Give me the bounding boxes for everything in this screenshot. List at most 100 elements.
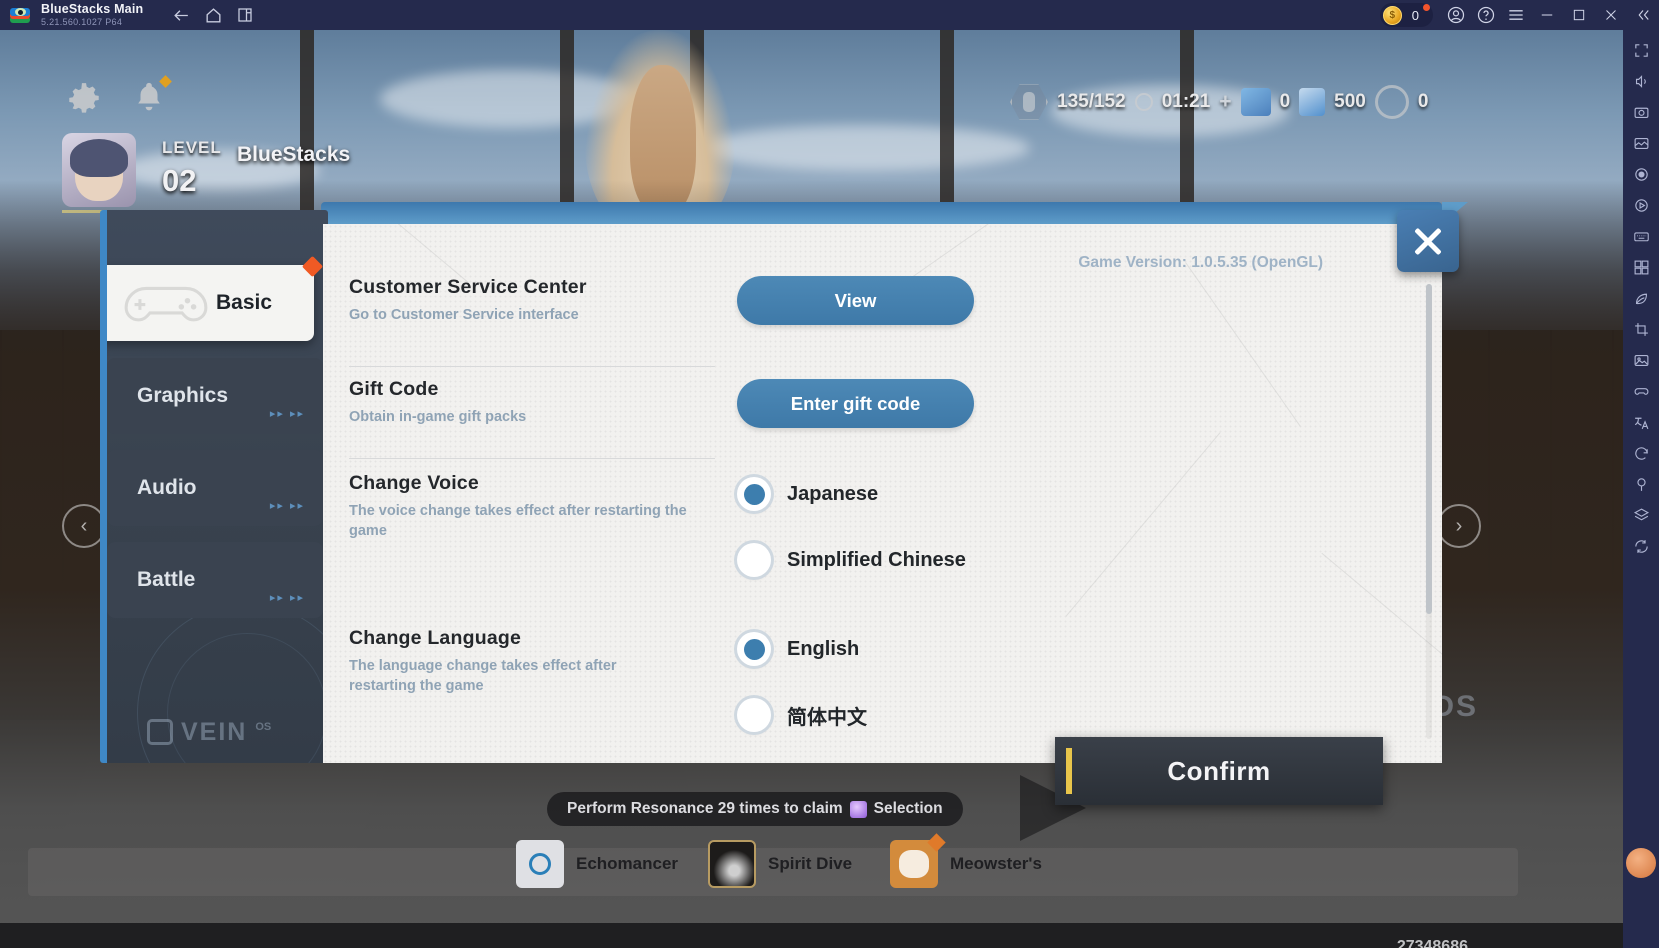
resource-2-value: 500 (1334, 91, 1366, 112)
collapse-sidebar-button[interactable] (1627, 0, 1659, 30)
quest-text-before: Perform Resonance 29 times to claim (567, 800, 843, 817)
game-version-label: Game Version: 1.0.5.35 (OpenGL) (1078, 254, 1323, 271)
menu-icon[interactable] (1501, 0, 1531, 30)
radio-icon[interactable] (737, 632, 771, 666)
eco-mode-icon[interactable] (1627, 284, 1655, 312)
help-icon[interactable] (1471, 0, 1501, 30)
close-icon (1411, 224, 1445, 258)
gallery-icon[interactable] (1627, 346, 1655, 374)
vein-os-logo: VEIN OS (147, 719, 271, 745)
macro-icon[interactable] (1627, 191, 1655, 219)
titlebar-right-group: $ 0 (1379, 0, 1659, 30)
keymapping-icon[interactable] (1627, 222, 1655, 250)
bottom-nav-item-meowsters[interactable]: Meowster's (890, 840, 1042, 888)
volume-icon[interactable] (1627, 67, 1655, 95)
setting-subtitle: Go to Customer Service interface (349, 307, 579, 323)
game-settings-icon[interactable] (65, 80, 103, 118)
quest-banner[interactable]: Perform Resonance 29 times to claim Sele… (547, 792, 963, 826)
dialog-scrollbar[interactable] (1426, 284, 1432, 739)
record-icon[interactable] (1627, 160, 1655, 188)
back-button[interactable] (165, 0, 197, 30)
dialog-scrollbar-thumb[interactable] (1426, 284, 1432, 614)
radio-icon[interactable] (737, 698, 771, 732)
hud-resource-bar: 135/152 01:21 + 0 500 0 (1010, 80, 1428, 124)
setting-title: Gift Code (349, 378, 439, 400)
sidebar-item-audio[interactable]: Audio ▸▸ ▸▸ (107, 450, 323, 526)
sidebar-item-graphics[interactable]: Graphics ▸▸ ▸▸ (107, 358, 323, 434)
enter-gift-code-button[interactable]: Enter gift code (737, 379, 974, 428)
gem-icon (849, 800, 867, 818)
sidebar-item-label: Battle (137, 568, 196, 591)
notification-badge-icon (301, 255, 324, 278)
trim-icon[interactable] (1627, 315, 1655, 343)
settings-rows: Customer Service Center Go to Customer S… (349, 276, 1369, 763)
coin-notification-dot (1423, 4, 1430, 11)
notification-bell-icon[interactable] (132, 75, 172, 116)
maximize-button[interactable] (1563, 0, 1595, 30)
sidebar-item-label: Graphics (137, 384, 229, 407)
bluestacks-titlebar: BlueStacks Main 5.21.560.1027 P64 $ 0 (0, 0, 1659, 30)
pin-icon[interactable] (1627, 470, 1655, 498)
titlebar-nav-group (165, 0, 261, 30)
player-uid: 27348686 (1396, 938, 1468, 948)
bottom-nav-item-echomancer[interactable]: Echomancer (516, 840, 678, 888)
vein-os-name: VEIN (181, 718, 248, 746)
avatar[interactable] (62, 133, 136, 207)
game-controls-icon[interactable] (1627, 377, 1655, 405)
home-button[interactable] (197, 0, 229, 30)
bottom-nav-label: Meowster's (950, 854, 1042, 873)
coin-balance[interactable]: $ 0 (1379, 3, 1433, 27)
coin-count: 0 (1411, 7, 1419, 23)
setting-row-gift-code: Gift Code Obtain in-game gift packs Ente… (349, 366, 1369, 458)
radio-icon[interactable] (737, 543, 771, 577)
multi-instance-icon[interactable] (1627, 253, 1655, 281)
media-manager-icon[interactable] (1627, 129, 1655, 157)
voice-option-simplified-chinese[interactable]: Simplified Chinese (737, 543, 1369, 577)
resource-3-value: 0 (1417, 91, 1429, 112)
stamina-value: 135/152 (1057, 91, 1126, 112)
dialog-title-bar (321, 202, 1468, 224)
sync-icon[interactable] (1627, 532, 1655, 560)
bluestacks-mascot-icon[interactable] (1626, 848, 1656, 878)
radio-icon[interactable] (737, 477, 771, 511)
add-stamina-icon[interactable]: + (1219, 90, 1231, 114)
close-button[interactable] (1595, 0, 1627, 30)
player-profile[interactable]: LEVEL 02 BlueStacks (62, 133, 402, 207)
language-option-english[interactable]: English (737, 632, 1369, 666)
bottom-nav-item-spirit-dive[interactable]: Spirit Dive (708, 840, 852, 888)
setting-title: Customer Service Center (349, 276, 587, 298)
sidebar-item-battle[interactable]: Battle ▸▸ ▸▸ (107, 542, 323, 618)
resource-3-icon (1374, 85, 1409, 119)
bottom-nav-label: Echomancer (576, 854, 679, 873)
account-icon[interactable] (1441, 0, 1471, 30)
real-time-translation-icon[interactable] (1627, 408, 1655, 436)
view-button[interactable]: View (737, 276, 974, 325)
setting-title: Change Language (349, 627, 522, 649)
language-option-simplified-chinese[interactable]: 简体中文 (737, 698, 1369, 732)
next-page-button[interactable]: › (1437, 504, 1481, 548)
radio-label: 简体中文 (787, 706, 867, 729)
clock-icon (1134, 93, 1153, 111)
sidebar-item-basic[interactable]: Basic (107, 255, 324, 341)
fullscreen-icon[interactable] (1627, 36, 1655, 64)
chevron-right-icon: ▸▸ ▸▸ (269, 500, 305, 512)
radio-label: English (787, 637, 860, 660)
rotate-icon[interactable] (1627, 439, 1655, 467)
window-version: 5.21.560.1027 P64 (41, 16, 123, 27)
dialog-tab-sidebar: VEIN OS Basic Graphics ▸▸ ▸▸ Audio ▸▸ ▸▸… (100, 210, 328, 763)
coin-icon: $ (1382, 5, 1402, 25)
voice-option-japanese[interactable]: Japanese (737, 477, 1369, 511)
layers-icon[interactable] (1627, 501, 1655, 529)
radio-label: Japanese (787, 482, 879, 505)
close-dialog-button[interactable] (1397, 210, 1459, 272)
row-divider (349, 366, 715, 367)
resource-1-icon (1240, 88, 1271, 116)
minimize-button[interactable] (1531, 0, 1563, 30)
bottom-dark-strip (0, 923, 1623, 948)
multi-instance-button[interactable] (229, 0, 261, 30)
screenshot-icon[interactable] (1627, 98, 1655, 126)
confirm-toast[interactable]: Confirm (1055, 737, 1383, 805)
meowster-icon (890, 840, 938, 888)
chevron-right-icon: ▸▸ ▸▸ (269, 592, 305, 604)
spirit-dive-icon (708, 840, 756, 888)
